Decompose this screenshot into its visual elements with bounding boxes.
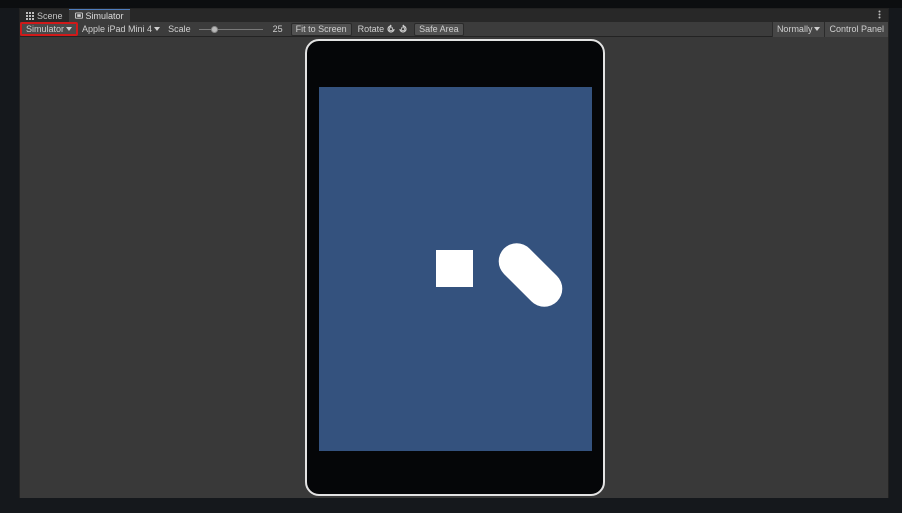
grid-icon: [26, 11, 34, 20]
device-label: Apple iPad Mini 4: [82, 24, 153, 34]
simulator-toolbar: Simulator Apple iPad Mini 4 Scale 25 Fit…: [20, 21, 888, 37]
rotate-right-icon[interactable]: [398, 24, 408, 34]
normally-label: Normally: [776, 24, 813, 34]
capsule-sprite: [491, 235, 570, 315]
scale-label: Scale: [168, 24, 191, 34]
tab-scene[interactable]: Scene: [20, 9, 69, 22]
normally-dropdown[interactable]: Normally: [771, 21, 825, 37]
fit-to-screen-button[interactable]: Fit to Screen: [290, 22, 352, 36]
device-screen[interactable]: [319, 87, 592, 451]
simulator-mode-label: Simulator: [26, 24, 65, 34]
scale-slider[interactable]: [197, 22, 265, 37]
safe-area-toggle[interactable]: Safe Area: [414, 22, 464, 36]
tab-simulator-label: Simulator: [85, 11, 124, 21]
device-dropdown[interactable]: Apple iPad Mini 4: [78, 22, 164, 37]
rotate-label: Rotate: [357, 24, 385, 34]
desktop-background: [0, 0, 902, 8]
tab-simulator[interactable]: Simulator: [68, 9, 130, 22]
scale-slider-thumb[interactable]: [210, 25, 218, 33]
more-options-icon[interactable]: [876, 10, 882, 21]
simulator-viewport: [20, 37, 888, 498]
device-icon: [74, 12, 83, 20]
chevron-down-icon: [154, 27, 161, 31]
tab-bar: Scene Simulator: [20, 9, 888, 22]
simulator-window: Scene Simulator Simulator Apple iPad Min…: [19, 8, 889, 498]
chevron-down-icon: [814, 27, 821, 31]
control-panel-button[interactable]: Control Panel: [824, 21, 888, 37]
ipad-device-frame: [305, 39, 605, 496]
chevron-down-icon: [66, 27, 73, 31]
tab-scene-label: Scene: [37, 10, 63, 21]
rotate-control: Rotate: [354, 22, 413, 37]
scale-value: 25: [272, 24, 283, 34]
scale-slider-track: [198, 28, 263, 30]
square-sprite: [436, 250, 473, 287]
rotate-left-icon[interactable]: [386, 24, 396, 34]
simulator-mode-dropdown[interactable]: Simulator: [20, 22, 79, 36]
